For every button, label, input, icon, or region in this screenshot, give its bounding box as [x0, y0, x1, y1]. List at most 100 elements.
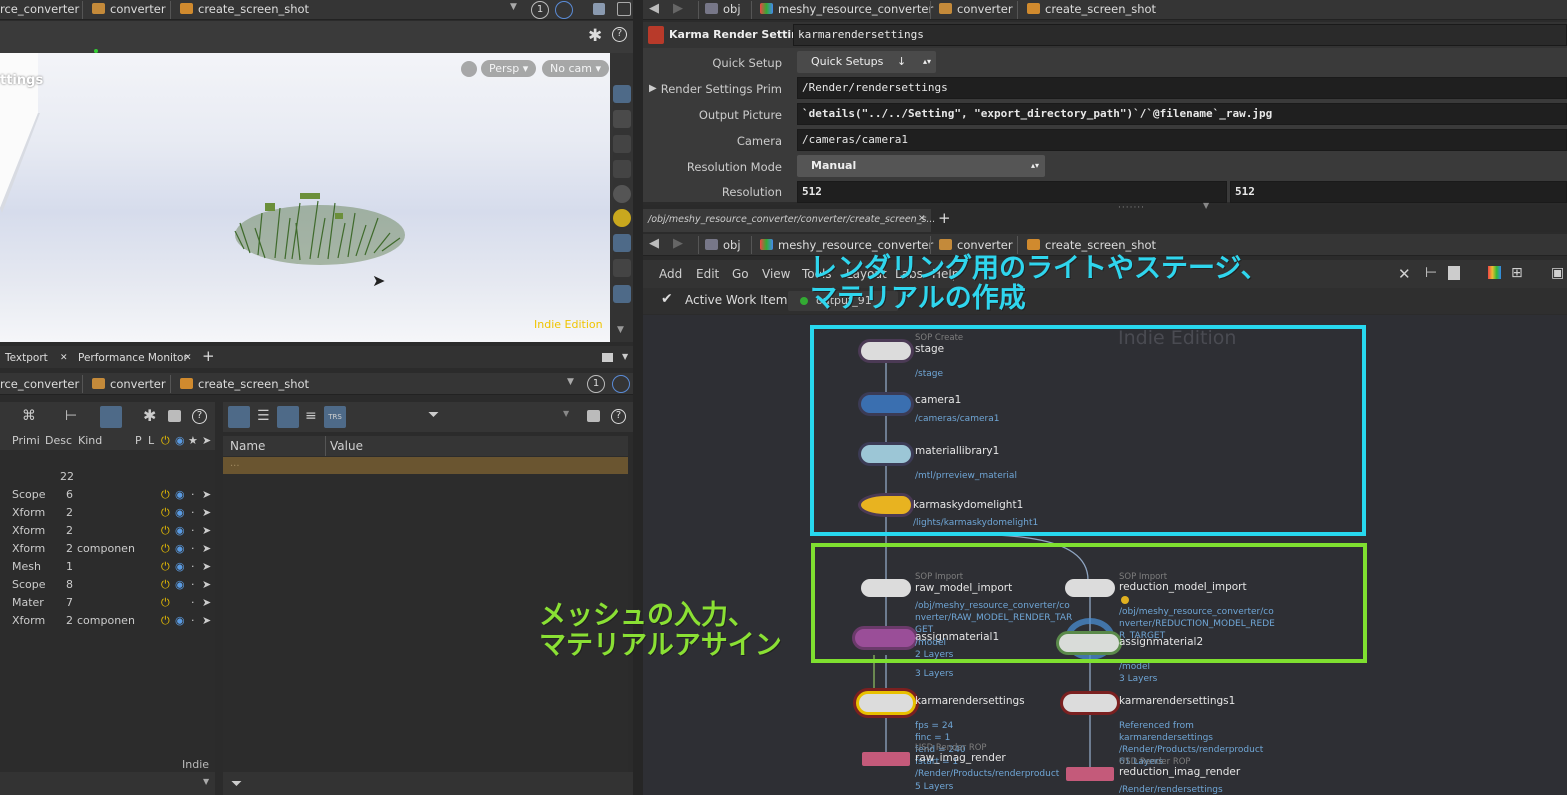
cube-icon[interactable]: [593, 3, 605, 15]
resolution-mode-dropdown[interactable]: Manual ▴▾: [797, 155, 1045, 177]
pin-icon[interactable]: [612, 375, 630, 393]
forward-arrow-icon[interactable]: ▶: [673, 236, 683, 251]
resolution-y-field[interactable]: 512: [1230, 181, 1567, 203]
select-icon[interactable]: ➤: [202, 504, 211, 522]
page-number-button[interactable]: 1: [587, 375, 605, 393]
node-karmarendersettings1[interactable]: [1063, 694, 1117, 712]
breadcrumb-create-screen-shot[interactable]: create_screen_shot: [180, 375, 309, 395]
active-icon[interactable]: ⏻: [161, 486, 170, 504]
select-icon[interactable]: ➤: [202, 576, 211, 594]
active-icon[interactable]: ⏻: [161, 540, 170, 558]
filter-icon[interactable]: ⏷: [231, 776, 242, 792]
table-row[interactable]: [0, 450, 215, 468]
display-options-icon[interactable]: [613, 85, 631, 103]
sphere-icon[interactable]: [613, 185, 631, 203]
node-karmarendersettings[interactable]: [859, 694, 913, 712]
persp-menu[interactable]: Persp ▾: [481, 60, 537, 77]
select-icon[interactable]: ➤: [202, 594, 211, 612]
maximize-icon[interactable]: [602, 353, 613, 362]
breadcrumb-create-screen-shot[interactable]: create_screen_shot: [180, 0, 309, 20]
tree-view-icon[interactable]: [228, 406, 250, 428]
node-raw-imag-render[interactable]: [862, 752, 910, 766]
select-icon[interactable]: ➤: [202, 540, 211, 558]
expand-arrow-icon[interactable]: ▶: [649, 83, 657, 94]
pane-splitter[interactable]: [633, 0, 643, 795]
list-view-icon[interactable]: ☰: [257, 408, 270, 424]
help-icon[interactable]: ?: [611, 409, 626, 424]
window-icon[interactable]: [617, 2, 631, 16]
user-icon[interactable]: [613, 259, 631, 277]
table-row[interactable]: Mesh 1 ⏻ ◉ · ➤: [0, 558, 215, 576]
camera-field[interactable]: /cameras/camera1: [797, 129, 1567, 151]
path-dropdown-icon[interactable]: ▼: [567, 377, 574, 387]
hierarchy-icon[interactable]: ⊢: [65, 408, 77, 424]
render-icon[interactable]: [613, 285, 631, 303]
active-icon[interactable]: ⏻: [161, 522, 170, 540]
col-l[interactable]: L: [148, 432, 154, 450]
menu-view[interactable]: View: [762, 267, 790, 281]
color-palette-icon[interactable]: [1488, 266, 1501, 279]
node-reduction-imag-render[interactable]: [1066, 767, 1114, 781]
col-kind[interactable]: Kind: [78, 432, 102, 450]
table-row[interactable]: Xform 2 componen ⏻ ◉ · ➤: [0, 612, 215, 630]
bag-icon[interactable]: [168, 410, 181, 422]
visible-icon[interactable]: ◉: [175, 558, 185, 576]
breadcrumb-converter[interactable]: converter: [92, 0, 166, 20]
active-icon[interactable]: ⏻: [161, 558, 170, 576]
breadcrumb-converter[interactable]: converter: [92, 375, 166, 395]
menu-edit[interactable]: Edit: [696, 267, 719, 281]
checkbox-icon[interactable]: ✔: [661, 291, 673, 307]
add-tab-icon[interactable]: +: [938, 209, 951, 227]
back-arrow-icon[interactable]: ◀: [649, 236, 659, 251]
col-name[interactable]: Name: [230, 439, 265, 453]
collapse-icon[interactable]: ▼: [1203, 201, 1209, 210]
active-icon[interactable]: ⏻: [161, 594, 170, 612]
trs-icon[interactable]: TRS: [324, 406, 346, 428]
select-icon[interactable]: ➤: [202, 558, 211, 576]
col-select-icon[interactable]: ➤: [202, 432, 211, 450]
ghost-icon[interactable]: [613, 160, 631, 178]
visible-icon[interactable]: ◉: [175, 576, 185, 594]
breadcrumb-root[interactable]: rce_converter: [0, 0, 79, 20]
active-icon[interactable]: ⏻: [161, 612, 170, 630]
quick-setup-dropdown[interactable]: Quick Setups ↓ ▴▾: [797, 51, 936, 73]
dropdown-icon[interactable]: ▼: [563, 409, 569, 418]
lock-camera-icon[interactable]: [613, 135, 631, 153]
col-value[interactable]: Value: [330, 439, 363, 453]
node-name-field[interactable]: karmarendersettings: [793, 24, 1567, 46]
col-primitive[interactable]: Primi: [12, 432, 40, 450]
page-number-button[interactable]: 1: [531, 1, 549, 19]
table-view-icon[interactable]: ≡: [305, 408, 317, 424]
wrench-icon[interactable]: ✕: [1398, 265, 1411, 283]
dropdown-icon[interactable]: ▼: [203, 777, 209, 786]
grid-icon[interactable]: ⊞: [1511, 265, 1523, 281]
col-divider[interactable]: [325, 436, 326, 456]
breadcrumb-converter[interactable]: converter: [939, 0, 1013, 20]
target-icon[interactable]: [100, 406, 122, 428]
col-active-icon[interactable]: ⏻: [161, 432, 170, 450]
menu-go[interactable]: Go: [732, 267, 749, 281]
network-editor-canvas[interactable]: Indie Edition SOP Create stage /stage ca…: [643, 315, 1567, 795]
visible-icon[interactable]: ◉: [175, 522, 185, 540]
attr-row[interactable]: ...: [223, 457, 628, 474]
visible-icon[interactable]: ◉: [175, 504, 185, 522]
headlight-icon[interactable]: [613, 234, 631, 252]
select-icon[interactable]: ➤: [202, 522, 211, 540]
forward-arrow-icon[interactable]: ▶: [673, 1, 683, 16]
filter-eye-icon[interactable]: ⌘: [22, 408, 36, 424]
gear-icon[interactable]: ✱: [143, 406, 156, 425]
filter-icon[interactable]: ⏷: [428, 407, 439, 423]
column-view-icon[interactable]: [277, 406, 299, 428]
table-row[interactable]: Xform 2 componen ⏻ ◉ · ➤: [0, 540, 215, 558]
help-icon[interactable]: ?: [192, 409, 207, 424]
close-icon[interactable]: ✕: [184, 350, 192, 366]
active-icon[interactable]: ⏻: [161, 504, 170, 522]
display-icon[interactable]: ▣: [1551, 265, 1564, 281]
visible-icon[interactable]: ◉: [175, 612, 185, 630]
resolution-x-field[interactable]: 512: [797, 181, 1227, 203]
table-row[interactable]: 22: [0, 468, 215, 486]
select-icon[interactable]: ➤: [202, 612, 211, 630]
tab-performance-monitor[interactable]: Performance Monitor: [78, 350, 188, 366]
table-row[interactable]: Xform 2 ⏻ ◉ · ➤: [0, 504, 215, 522]
list-icon[interactable]: [1448, 266, 1460, 280]
